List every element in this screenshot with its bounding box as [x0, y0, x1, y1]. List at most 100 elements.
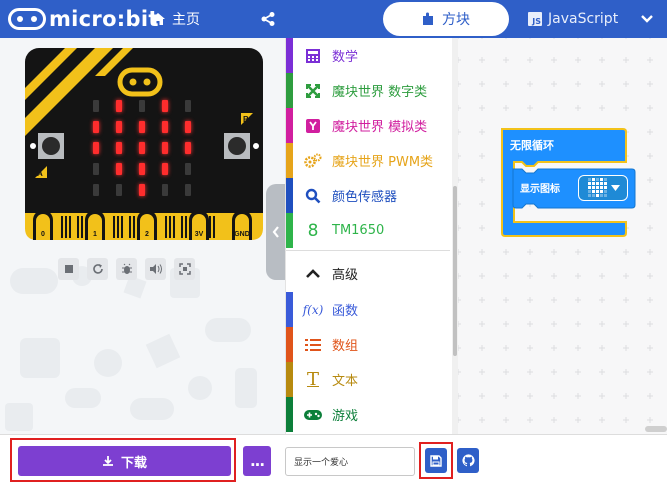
led-off — [185, 100, 191, 112]
toolbox-item-advanced[interactable]: 高级 — [286, 256, 450, 291]
restart-icon — [92, 264, 103, 274]
toolbox-item-text[interactable]: T 文本 — [286, 362, 450, 397]
led-off — [93, 184, 99, 196]
toolbox-item-label: 高级 — [332, 268, 359, 283]
toolbox-item-label: 游戏 — [332, 409, 359, 424]
toolbox-item-label: 数组 — [332, 339, 359, 354]
led-on — [116, 100, 122, 112]
led-off — [185, 163, 191, 175]
digit-eight-icon: 8 — [307, 220, 319, 241]
toolbox-item-pwm[interactable]: 魔块世界 PWM类 — [286, 143, 450, 178]
microbit-board: A B 0 1 2 3V GND — [25, 48, 263, 240]
restart-button[interactable] — [87, 258, 108, 280]
toolbox-item-functions[interactable]: f(x) 函数 — [286, 292, 450, 327]
led-on — [162, 100, 168, 112]
search-icon — [302, 185, 324, 207]
toolbox-item-label: 数学 — [332, 50, 359, 65]
share-button[interactable] — [260, 0, 284, 38]
calculator-icon — [302, 45, 324, 67]
toolbox-item-math[interactable]: 数学 — [286, 38, 450, 73]
github-icon — [461, 454, 475, 467]
block-toolbox: 数学 魔块世界 数字类 魔块世界 模拟类 魔块世界 PWM类 颜色传感器 8 T… — [285, 38, 457, 434]
share-icon — [261, 12, 275, 26]
tab-blocks-label: 方块 — [442, 12, 470, 28]
toolbox-item-label: 函数 — [332, 304, 359, 319]
top-header: micro:bit 主页 方块 JS JavaScript — [0, 0, 667, 38]
logo-text: micro:bit — [49, 7, 159, 31]
project-name-input[interactable] — [285, 447, 415, 476]
led-off — [93, 100, 99, 112]
collapse-simulator-button[interactable] — [266, 184, 285, 280]
led-on — [185, 142, 191, 154]
sound-icon — [149, 264, 162, 274]
github-button[interactable] — [457, 448, 479, 473]
tab-blocks[interactable]: 方块 — [383, 2, 509, 36]
home-label: 主页 — [172, 12, 200, 28]
toolbox-divider — [286, 250, 450, 251]
toolbox-item-game[interactable]: 游戏 — [286, 397, 450, 432]
pin-3v-label: 3V — [195, 231, 204, 238]
toolbox-item-color-sensor[interactable]: 颜色传感器 — [286, 178, 450, 213]
chevron-down-icon — [641, 15, 653, 23]
led-on — [162, 142, 168, 154]
toolbox-item-label: TM1650 — [332, 223, 385, 238]
led-off — [93, 163, 99, 175]
home-button[interactable]: 主页 — [150, 0, 200, 38]
simulator-controls — [58, 258, 228, 282]
led-on — [116, 142, 122, 154]
gamepad-icon — [302, 404, 324, 426]
caret-down-icon — [611, 185, 620, 191]
toolbox-item-tm1650[interactable]: 8 TM1650 — [286, 213, 450, 248]
toolbox-item-analog[interactable]: 魔块世界 模拟类 — [286, 108, 450, 143]
download-highlight-box — [10, 438, 236, 482]
led-on — [139, 184, 145, 196]
chevron-up-icon — [302, 263, 324, 285]
function-icon: f(x) — [302, 302, 324, 317]
stop-icon — [64, 265, 73, 273]
fullscreen-button[interactable] — [174, 258, 195, 280]
puzzle-icon — [423, 12, 433, 25]
toolbox-item-arrays[interactable]: 数组 — [286, 327, 450, 362]
led-off — [162, 184, 168, 196]
toolbox-scrollbar-thumb[interactable] — [453, 186, 457, 356]
led-on — [116, 121, 122, 133]
show-icon-label: 显示图标 — [520, 184, 560, 195]
pin-0-label: 0 — [41, 231, 45, 238]
led-on — [185, 121, 191, 133]
workspace-scrollbar[interactable] — [645, 426, 667, 432]
toolbox-item-label: 魔块世界 数字类 — [332, 85, 428, 100]
editor-menu-toggle[interactable] — [636, 0, 658, 38]
forever-loop-label: 无限循环 — [510, 139, 554, 152]
microbit-logo-icon — [8, 8, 46, 30]
sound-button[interactable] — [145, 258, 166, 280]
icon-picker-dropdown[interactable] — [578, 175, 628, 201]
button-b-label: B — [243, 115, 249, 124]
list-icon — [302, 334, 324, 356]
bottom-toolbar: 下载 ... — [0, 434, 667, 486]
led-on — [162, 163, 168, 175]
led-off — [185, 184, 191, 196]
more-options-button[interactable]: ... — [243, 446, 271, 476]
home-icon — [151, 13, 165, 25]
debug-button[interactable] — [116, 258, 137, 280]
pin-1-label: 1 — [93, 231, 97, 238]
toolbox-item-digital[interactable]: 魔块世界 数字类 — [286, 73, 450, 108]
led-on — [139, 142, 145, 154]
pin-2-label: 2 — [145, 231, 149, 238]
heart-icon-preview — [588, 178, 607, 197]
text-icon: T — [306, 369, 319, 390]
microbit-logo[interactable]: micro:bit — [8, 6, 159, 32]
tab-javascript[interactable]: JS JavaScript — [528, 0, 618, 38]
toolbox-item-label: 魔块世界 PWM类 — [332, 155, 434, 170]
led-on — [93, 121, 99, 133]
led-off — [116, 184, 122, 196]
fullscreen-icon — [178, 263, 191, 275]
led-on — [162, 121, 168, 133]
save-highlight-box — [419, 442, 453, 479]
chevron-left-icon — [272, 226, 279, 238]
debug-icon — [121, 263, 132, 274]
gears-icon — [302, 150, 324, 172]
led-on — [116, 163, 122, 175]
button-a-label: A — [37, 169, 43, 178]
stop-button[interactable] — [58, 258, 79, 280]
